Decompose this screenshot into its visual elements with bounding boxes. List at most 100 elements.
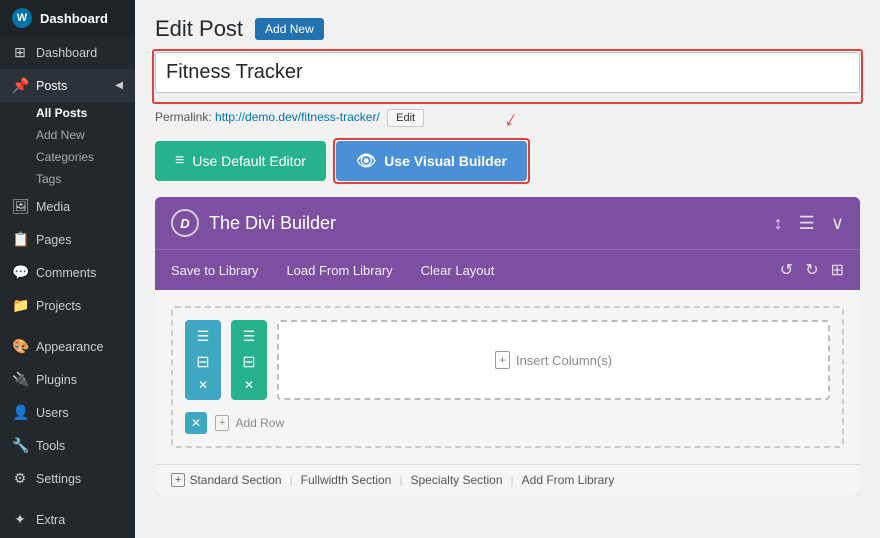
sidebar-item-appearance[interactable]: 🎨 Appearance bbox=[0, 330, 135, 363]
sidebar-sub-tags[interactable]: Tags bbox=[0, 168, 135, 190]
comments-icon: 💬 bbox=[12, 264, 28, 281]
column-close-1[interactable]: ✕ bbox=[198, 378, 208, 392]
column-move-icon-2: ⊟ bbox=[242, 352, 255, 372]
footer-sep-1: | bbox=[290, 473, 293, 487]
dashboard-icon: ⊞ bbox=[12, 44, 28, 61]
column-close-2[interactable]: ✕ bbox=[244, 378, 254, 392]
insert-column-plus-icon: + bbox=[495, 351, 510, 369]
settings-icon: ⚙ bbox=[12, 470, 28, 487]
footer-sep-3: | bbox=[511, 473, 514, 487]
sidebar-item-label: Tools bbox=[36, 439, 65, 453]
sidebar-item-extra[interactable]: ✦ Extra bbox=[0, 503, 135, 536]
sidebar-logo: W Dashboard bbox=[0, 0, 135, 36]
sidebar-logo-label: Dashboard bbox=[40, 11, 108, 26]
sidebar-sub-add-new[interactable]: Add New bbox=[0, 124, 135, 146]
permalink-url[interactable]: http://demo.dev/fitness-tracker/ bbox=[215, 110, 380, 124]
column-icon-2: ☰ bbox=[243, 328, 256, 345]
divi-builder: D The Divi Builder ↕ ☰ ∨ Save to Library… bbox=[155, 197, 860, 495]
undo-icon[interactable]: ↺ bbox=[780, 260, 793, 280]
permalink-label: Permalink: bbox=[155, 110, 212, 124]
sidebar-item-media[interactable]: 🖼 Media bbox=[0, 190, 135, 223]
sidebar-item-label: Media bbox=[36, 200, 70, 214]
sidebar-item-comments[interactable]: 💬 Comments bbox=[0, 256, 135, 289]
users-icon: 👤 bbox=[12, 404, 28, 421]
sidebar-sub-categories[interactable]: Categories bbox=[0, 146, 135, 168]
sidebar-item-plugins[interactable]: 🔌 Plugins bbox=[0, 363, 135, 396]
posts-icon: 📌 bbox=[12, 77, 28, 94]
divi-row: ☰ ⊟ ✕ ☰ ⊟ ✕ + Insert Column(s) bbox=[185, 320, 830, 400]
fullwidth-section-btn[interactable]: Fullwidth Section bbox=[301, 473, 392, 487]
divi-toolbar-icons: ↺ ↻ ⊞ bbox=[780, 260, 844, 280]
sidebar-item-label: Projects bbox=[36, 299, 81, 313]
default-editor-button[interactable]: ≡ Use Default Editor bbox=[155, 141, 326, 181]
row-close-icon[interactable]: ✕ bbox=[185, 412, 207, 434]
sidebar-item-label: Dashboard bbox=[36, 46, 97, 60]
sidebar-item-tools[interactable]: 🔧 Tools bbox=[0, 429, 135, 462]
sidebar-item-label: Users bbox=[36, 406, 69, 420]
add-row-area: ✕ + Add Row bbox=[185, 412, 830, 434]
page-title-row: Edit Post Add New bbox=[155, 16, 860, 42]
standard-section-plus-icon: + bbox=[171, 473, 185, 487]
sidebar-sub-all-posts[interactable]: All Posts bbox=[0, 102, 135, 124]
grid-icon[interactable]: ⊞ bbox=[831, 260, 844, 280]
column-handle-1[interactable]: ☰ ⊟ ✕ bbox=[185, 320, 221, 400]
visual-builder-button[interactable]: 👁 Use Visual Builder bbox=[336, 141, 527, 181]
sidebar-item-posts[interactable]: 📌 Posts ◀ bbox=[0, 69, 135, 102]
redo-icon[interactable]: ↻ bbox=[805, 260, 818, 280]
specialty-section-btn[interactable]: Specialty Section bbox=[410, 473, 502, 487]
clear-layout-link[interactable]: Clear Layout bbox=[421, 263, 495, 278]
sidebar-item-label: Plugins bbox=[36, 373, 77, 387]
add-row-button[interactable]: + Add Row bbox=[215, 415, 284, 431]
post-title-input[interactable] bbox=[155, 52, 860, 93]
add-from-library-btn[interactable]: Add From Library bbox=[522, 473, 615, 487]
add-row-plus-icon: + bbox=[215, 415, 229, 431]
column-move-icon-1: ⊟ bbox=[196, 352, 209, 372]
posts-arrow-icon: ◀ bbox=[115, 80, 123, 91]
sidebar-item-label: Comments bbox=[36, 266, 96, 280]
sidebar-item-label: Extra bbox=[36, 513, 65, 527]
insert-column-button[interactable]: + Insert Column(s) bbox=[277, 320, 830, 400]
projects-icon: 📁 bbox=[12, 297, 28, 314]
visual-builder-wrapper: 👁 Use Visual Builder ↓ bbox=[336, 141, 527, 181]
footer-sep-2: | bbox=[399, 473, 402, 487]
default-editor-label: Use Default Editor bbox=[192, 153, 306, 169]
divi-content: ☰ ⊟ ✕ ☰ ⊟ ✕ + Insert Column(s) bbox=[155, 290, 860, 464]
sidebar-item-label: Settings bbox=[36, 472, 81, 486]
standard-section-btn[interactable]: + Standard Section bbox=[171, 473, 282, 487]
sidebar-item-label: Pages bbox=[36, 233, 71, 247]
extra-icon: ✦ bbox=[12, 511, 28, 528]
post-title-wrapper: ← bbox=[155, 52, 860, 101]
sidebar-item-projects[interactable]: 📁 Projects bbox=[0, 289, 135, 322]
column-handle-2[interactable]: ☰ ⊟ ✕ bbox=[231, 320, 267, 400]
visual-builder-icon: 👁 bbox=[356, 151, 376, 171]
chevron-down-icon[interactable]: ∨ bbox=[831, 213, 844, 234]
divi-title: D The Divi Builder bbox=[171, 209, 336, 237]
column-icon-1: ☰ bbox=[197, 328, 210, 345]
menu-icon[interactable]: ☰ bbox=[799, 213, 815, 234]
load-from-library-link[interactable]: Load From Library bbox=[286, 263, 392, 278]
divi-header-icons: ↕ ☰ ∨ bbox=[774, 213, 844, 234]
permalink-row: Permalink: http://demo.dev/fitness-track… bbox=[155, 109, 860, 127]
sort-icon[interactable]: ↕ bbox=[774, 213, 783, 234]
wp-logo-icon: W bbox=[12, 8, 32, 28]
page-title: Edit Post bbox=[155, 16, 243, 42]
divi-title-text: The Divi Builder bbox=[209, 213, 336, 234]
edit-permalink-button[interactable]: Edit bbox=[387, 109, 424, 127]
divi-section: ☰ ⊟ ✕ ☰ ⊟ ✕ + Insert Column(s) bbox=[171, 306, 844, 448]
sidebar-item-pages[interactable]: 📋 Pages bbox=[0, 223, 135, 256]
divi-builder-header: D The Divi Builder ↕ ☰ ∨ bbox=[155, 197, 860, 249]
divi-footer: + Standard Section | Fullwidth Section |… bbox=[155, 464, 860, 495]
default-editor-icon: ≡ bbox=[175, 152, 184, 170]
pages-icon: 📋 bbox=[12, 231, 28, 248]
divi-logo-icon: D bbox=[171, 209, 199, 237]
save-to-library-link[interactable]: Save to Library bbox=[171, 263, 258, 278]
appearance-icon: 🎨 bbox=[12, 338, 28, 355]
media-icon: 🖼 bbox=[12, 198, 28, 215]
divi-toolbar-actions: Save to Library Load From Library Clear … bbox=[171, 263, 780, 278]
visual-builder-label: Use Visual Builder bbox=[384, 153, 507, 169]
sidebar-item-dashboard[interactable]: ⊞ Dashboard bbox=[0, 36, 135, 69]
sidebar-item-settings[interactable]: ⚙ Settings bbox=[0, 462, 135, 495]
sidebar-item-users[interactable]: 👤 Users bbox=[0, 396, 135, 429]
divi-toolbar: Save to Library Load From Library Clear … bbox=[155, 249, 860, 290]
add-new-button[interactable]: Add New bbox=[255, 18, 324, 40]
